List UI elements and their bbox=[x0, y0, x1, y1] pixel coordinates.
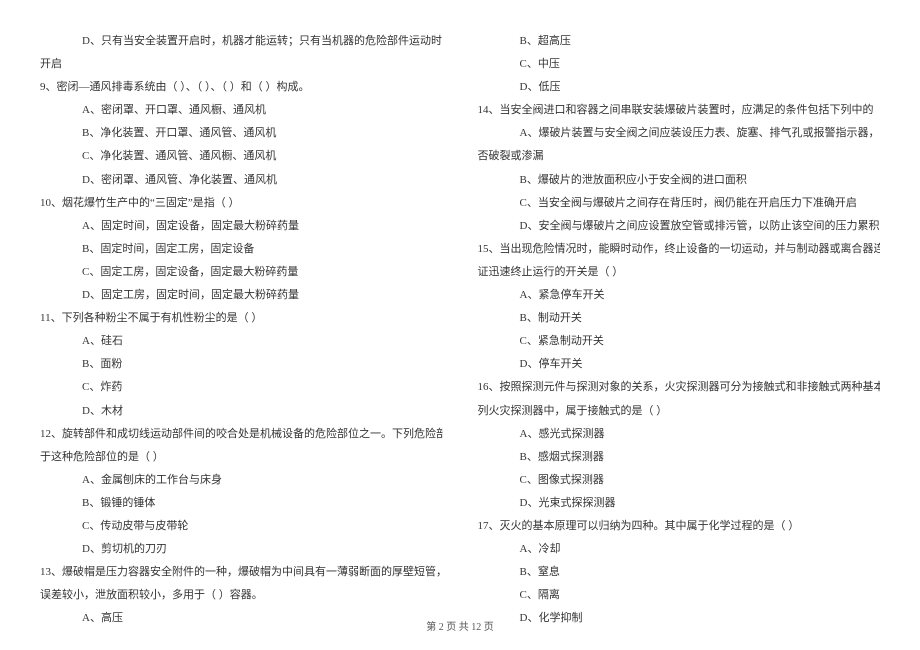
right-line: 否破裂或渗漏 bbox=[478, 145, 881, 168]
left-line: D、密闭罩、通风管、净化装置、通风机 bbox=[40, 169, 443, 192]
left-line: 误差较小，泄放面积较小，多用于（ ）容器。 bbox=[40, 584, 443, 607]
right-line: 15、当出现危险情况时，能瞬时动作，终止设备的一切运动，并与制动器或离合器连锁，… bbox=[478, 238, 881, 261]
left-line: 于这种危险部位的是（ ） bbox=[40, 446, 443, 469]
right-line: A、感光式探测器 bbox=[478, 423, 881, 446]
right-line: D、低压 bbox=[478, 76, 881, 99]
right-line: C、隔离 bbox=[478, 584, 881, 607]
left-line: 9、密闭—通风排毒系统由（ ）、（ ）、（ ）和（ ）构成。 bbox=[40, 76, 443, 99]
right-line: C、图像式探测器 bbox=[478, 469, 881, 492]
left-line: B、固定时间，固定工房，固定设备 bbox=[40, 238, 443, 261]
right-line: 16、按照探测元件与探测对象的关系，火灾探测器可分为接触式和非接触式两种基本类型… bbox=[478, 376, 881, 399]
left-line: B、面粉 bbox=[40, 353, 443, 376]
left-line: 11、下列各种粉尘不属于有机性粉尘的是（ ） bbox=[40, 307, 443, 330]
left-line: 13、爆破帽是压力容器安全附件的一种，爆破帽为中间具有一薄弱断面的厚壁短管，爆破… bbox=[40, 561, 443, 584]
left-line: A、密闭罩、开口罩、通风橱、通风机 bbox=[40, 99, 443, 122]
left-line: C、传动皮带与皮带轮 bbox=[40, 515, 443, 538]
right-line: 14、当安全阀进口和容器之间串联安装爆破片装置时，应满足的条件包括下列中的（ ） bbox=[478, 99, 881, 122]
left-line: D、木材 bbox=[40, 400, 443, 423]
right-line: B、制动开关 bbox=[478, 307, 881, 330]
right-line: B、感烟式探测器 bbox=[478, 446, 881, 469]
left-line: A、金属刨床的工作台与床身 bbox=[40, 469, 443, 492]
right-line: A、紧急停车开关 bbox=[478, 284, 881, 307]
right-line: D、停车开关 bbox=[478, 353, 881, 376]
left-line: D、剪切机的刀刃 bbox=[40, 538, 443, 561]
right-line: C、中压 bbox=[478, 53, 881, 76]
right-column: B、超高压C、中压D、低压14、当安全阀进口和容器之间串联安装爆破片装置时，应满… bbox=[478, 30, 881, 610]
left-line: D、只有当安全装置开启时，机器才能运转；只有当机器的危险部件运动时，安全装置才能 bbox=[40, 30, 443, 53]
right-line: C、紧急制动开关 bbox=[478, 330, 881, 353]
left-line: C、炸药 bbox=[40, 376, 443, 399]
right-line: B、爆破片的泄放面积应小于安全阀的进口面积 bbox=[478, 169, 881, 192]
left-line: C、固定工房，固定设备，固定最大粉碎药量 bbox=[40, 261, 443, 284]
right-line: C、当安全阀与爆破片之间存在背压时，阀仍能在开启压力下准确开启 bbox=[478, 192, 881, 215]
right-line: 17、灭火的基本原理可以归纳为四种。其中属于化学过程的是（ ） bbox=[478, 515, 881, 538]
right-line: B、超高压 bbox=[478, 30, 881, 53]
left-line: 12、旋转部件和成切线运动部件间的咬合处是机械设备的危险部位之一。下列危险部位中… bbox=[40, 423, 443, 446]
left-line: D、固定工房，固定时间，固定最大粉碎药量 bbox=[40, 284, 443, 307]
right-line: 证迅速终止运行的开关是（ ） bbox=[478, 261, 881, 284]
left-line: 10、烟花爆竹生产中的“三固定”是指（ ） bbox=[40, 192, 443, 215]
left-line: C、净化装置、通风管、通风橱、通风机 bbox=[40, 145, 443, 168]
left-line: B、净化装置、开口罩、通风管、通风机 bbox=[40, 122, 443, 145]
right-line: D、安全阀与爆破片之间应设置放空管或排污管，以防止该空间的压力累积 bbox=[478, 215, 881, 238]
page-footer: 第 2 页 共 12 页 bbox=[0, 617, 920, 638]
right-line: B、窒息 bbox=[478, 561, 881, 584]
two-column-layout: D、只有当安全装置开启时，机器才能运转；只有当机器的危险部件运动时，安全装置才能… bbox=[40, 30, 880, 610]
right-line: A、爆破片装置与安全阀之间应装设压力表、旋塞、排气孔或报警指示器，以检查爆破片是 bbox=[478, 122, 881, 145]
right-line: A、冷却 bbox=[478, 538, 881, 561]
left-line: B、锻锤的锤体 bbox=[40, 492, 443, 515]
left-line: A、固定时间，固定设备，固定最大粉碎药量 bbox=[40, 215, 443, 238]
left-line: 开启 bbox=[40, 53, 443, 76]
left-line: A、硅石 bbox=[40, 330, 443, 353]
right-line: D、光束式探探测器 bbox=[478, 492, 881, 515]
left-column: D、只有当安全装置开启时，机器才能运转；只有当机器的危险部件运动时，安全装置才能… bbox=[40, 30, 443, 610]
right-line: 列火灾探测器中，属于接触式的是（ ） bbox=[478, 400, 881, 423]
